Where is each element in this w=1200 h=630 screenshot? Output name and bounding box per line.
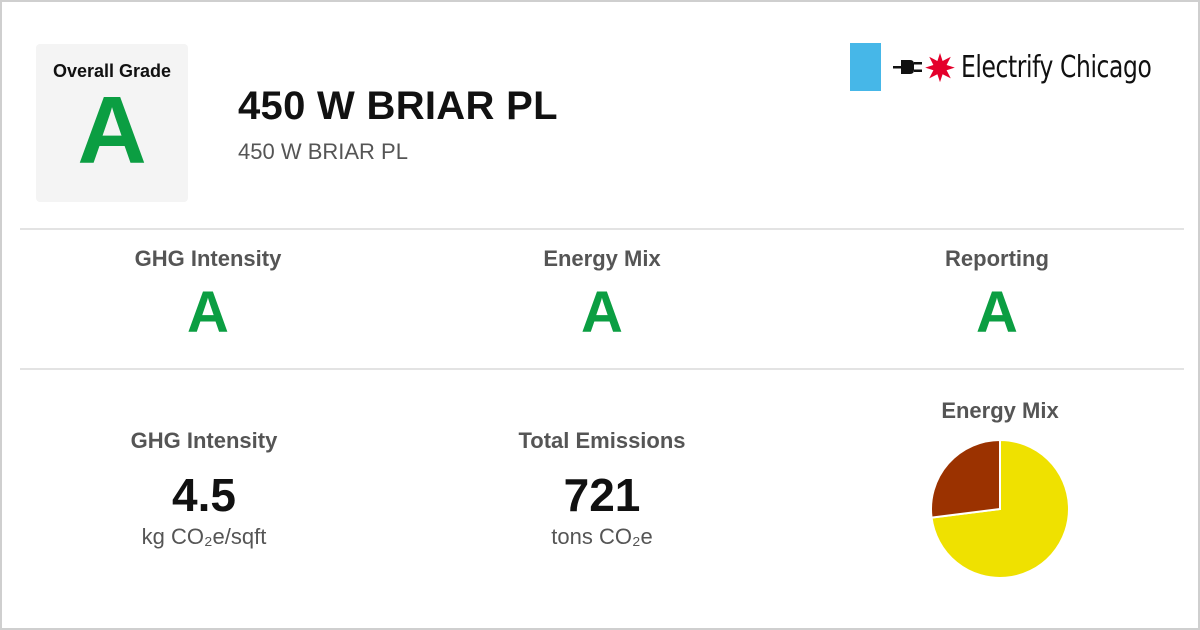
logo-blue-bar <box>850 43 881 91</box>
metric-label: GHG Intensity <box>130 428 278 453</box>
metric-ghg-intensity: GHG Intensity 4.5 kg CO₂e/sqft <box>14 428 394 550</box>
grade-label: GHG Intensity <box>134 246 282 271</box>
grade-value: A <box>581 280 623 345</box>
metric-value: 4.5 <box>172 469 236 521</box>
star-icon <box>925 53 955 82</box>
grade-energy-mix: Energy Mix A <box>412 246 792 348</box>
overall-grade-value: A <box>77 77 147 184</box>
page-subtitle: 450 W BRIAR PL <box>238 139 408 164</box>
metric-label: Total Emissions <box>518 428 686 453</box>
grade-ghg-intensity: GHG Intensity A <box>18 246 398 348</box>
energy-mix-label: Energy Mix <box>941 398 1059 423</box>
building-address: 450 W BRIAR PL 450 W BRIAR PL <box>238 84 558 165</box>
metric-value: 721 <box>563 469 641 521</box>
grade-label: Reporting <box>945 246 1049 271</box>
metric-unit: kg CO₂e/sqft <box>141 524 267 549</box>
divider-middle <box>20 368 1184 370</box>
plug-icon <box>893 60 922 74</box>
page-title: 450 W BRIAR PL <box>238 84 558 128</box>
divider-top <box>20 228 1184 230</box>
grade-label: Energy Mix <box>543 246 661 271</box>
energy-mix-pie <box>930 438 1070 579</box>
grade-value: A <box>187 280 229 345</box>
grade-value: A <box>976 280 1018 345</box>
energy-mix-chart: Energy Mix <box>810 398 1190 580</box>
card-frame: Overall Grade A 450 W BRIAR PL 450 W BRI… <box>0 0 1200 630</box>
metric-unit: tons CO₂e <box>551 524 653 549</box>
overall-grade-box: Overall Grade A <box>36 44 188 202</box>
pie-slice <box>930 438 1001 519</box>
grade-reporting: Reporting A <box>807 246 1187 348</box>
electrify-chicago-logo[interactable]: Electrify Chicago <box>850 43 1200 91</box>
metric-total-emissions: Total Emissions 721 tons CO₂e <box>412 428 792 550</box>
logo-text: Electrify Chicago <box>961 49 1152 85</box>
